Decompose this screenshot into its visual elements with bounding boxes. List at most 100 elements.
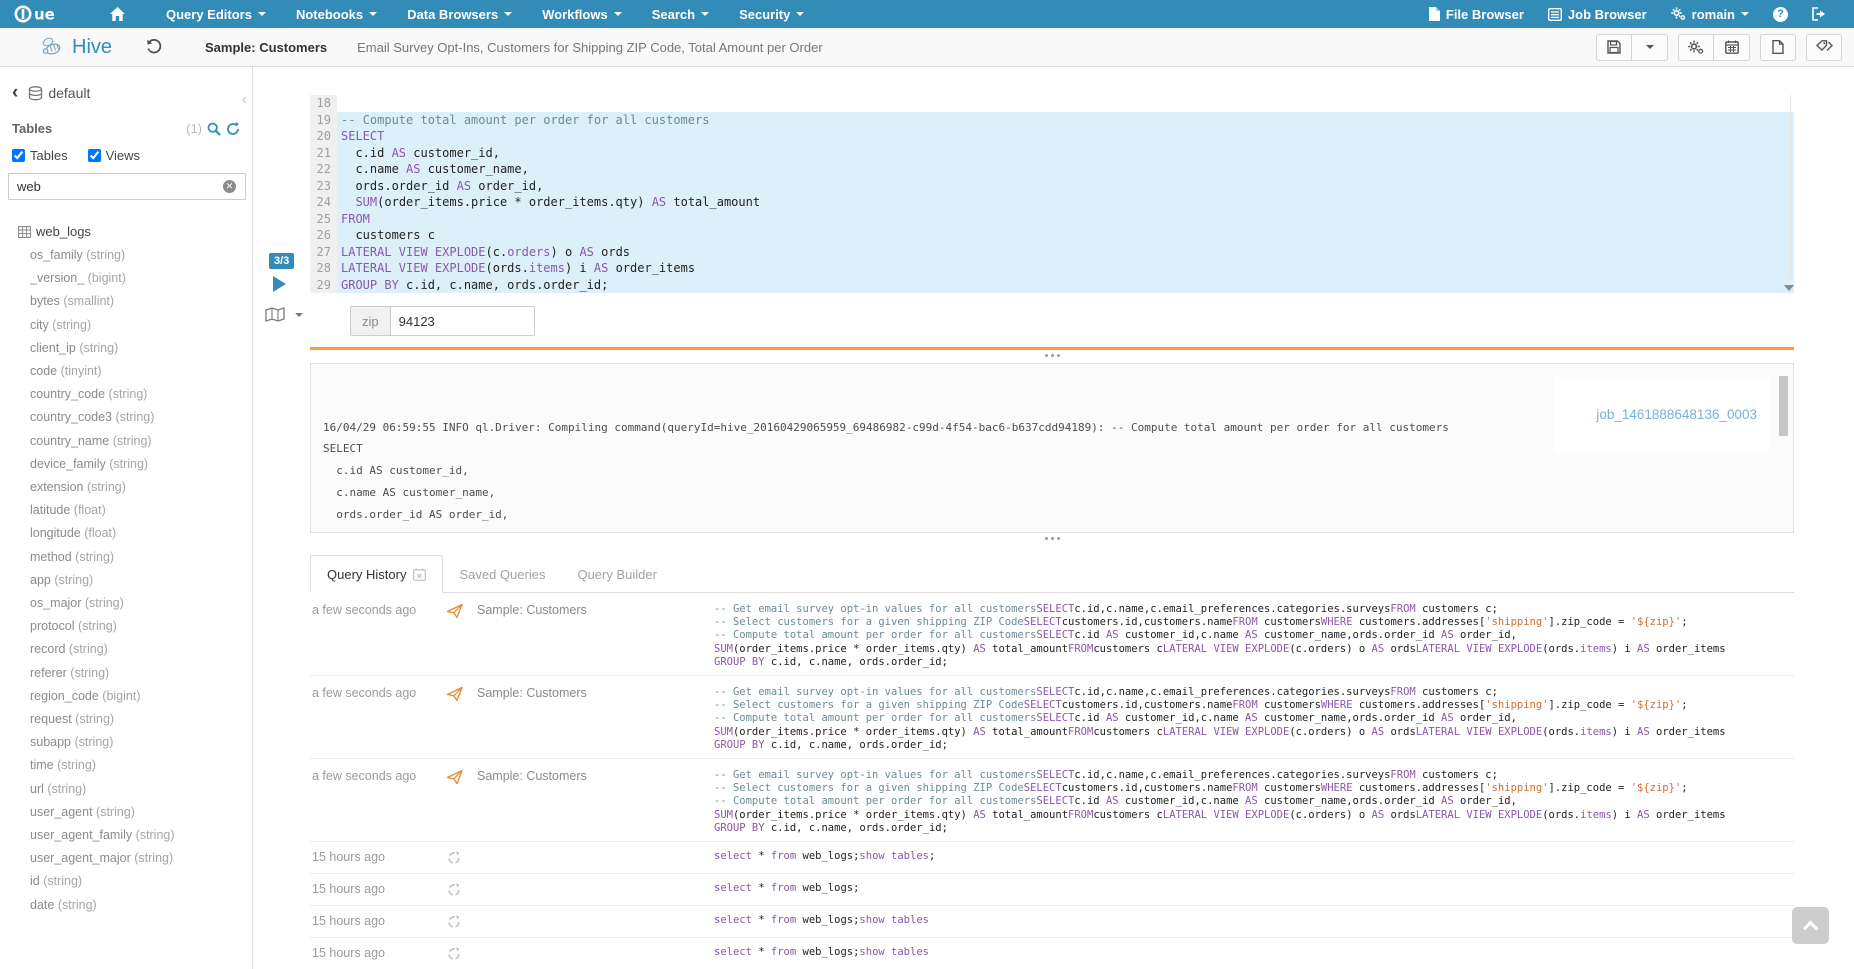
column-item[interactable]: device_family (string): [30, 453, 252, 476]
settings-button[interactable]: [1678, 34, 1714, 61]
scroll-to-top-button[interactable]: [1792, 907, 1829, 944]
search-icon[interactable]: [207, 122, 221, 136]
column-item[interactable]: city (string): [30, 314, 252, 337]
table-search-input[interactable]: [8, 173, 246, 200]
collapse-sidebar-icon[interactable]: ‹: [242, 91, 247, 109]
editor-line[interactable]: 19-- Compute total amount per order for …: [310, 112, 1794, 129]
tables-checkbox[interactable]: [12, 149, 25, 162]
history-row[interactable]: a few seconds agoSample: Customers-- Get…: [310, 593, 1794, 676]
calendar-x-icon[interactable]: [413, 568, 426, 581]
editor-line[interactable]: 21 c.id AS customer_id,: [310, 145, 1794, 162]
column-item[interactable]: client_ip (string): [30, 337, 252, 360]
editor-line[interactable]: 29GROUP BY c.id, c.name, ords.order_id;: [310, 277, 1794, 294]
history-row[interactable]: 15 hours agoselect * from web_logs;show …: [310, 938, 1794, 969]
column-item[interactable]: user_agent (string): [30, 801, 252, 824]
history-row[interactable]: 15 hours agoselect * from web_logs;show …: [310, 906, 1794, 938]
menu-query-editors[interactable]: Query Editors: [151, 0, 281, 28]
code-editor[interactable]: 1819-- Compute total amount per order fo…: [310, 95, 1794, 293]
views-checkbox[interactable]: [88, 149, 101, 162]
execute-button[interactable]: [273, 276, 286, 292]
help-button[interactable]: ?: [1761, 0, 1800, 28]
database-name[interactable]: default: [48, 85, 90, 101]
tab-saved-queries[interactable]: Saved Queries: [443, 555, 561, 593]
menu-notebooks[interactable]: Notebooks: [281, 0, 392, 28]
save-options-button[interactable]: [1632, 34, 1668, 61]
column-item[interactable]: bytes (smallint): [30, 290, 252, 313]
column-item[interactable]: record (string): [30, 638, 252, 661]
column-item[interactable]: code (tinyint): [30, 360, 252, 383]
editor-line[interactable]: 22 c.name AS customer_name,: [310, 161, 1794, 178]
back-chevron-icon[interactable]: ‹: [12, 86, 18, 100]
column-item[interactable]: country_name (string): [30, 430, 252, 453]
column-item[interactable]: request (string): [30, 708, 252, 731]
column-item[interactable]: country_code3 (string): [30, 406, 252, 429]
column-item[interactable]: time (string): [30, 754, 252, 777]
editor-line[interactable]: 25FROM: [310, 211, 1794, 228]
hive-app[interactable]: Hive: [40, 35, 112, 59]
menu-search[interactable]: Search: [637, 0, 724, 28]
column-item[interactable]: extension (string): [30, 476, 252, 499]
editor-line[interactable]: 24 SUM(order_items.price * order_items.q…: [310, 194, 1794, 211]
column-item[interactable]: referer (string): [30, 662, 252, 685]
refresh-icon[interactable]: [226, 122, 240, 136]
variable-zip-input[interactable]: [391, 307, 535, 335]
filter-views-checkbox[interactable]: Views: [88, 148, 140, 163]
editor-scrollbar[interactable]: [1790, 95, 1791, 277]
column-item[interactable]: country_code (string): [30, 383, 252, 406]
home-button[interactable]: [84, 0, 151, 28]
clear-search-icon[interactable]: ✕: [223, 180, 236, 193]
history-row[interactable]: a few seconds agoSample: Customers-- Get…: [310, 759, 1794, 842]
column-item[interactable]: region_code (bigint): [30, 685, 252, 708]
column-item[interactable]: longitude (float): [30, 522, 252, 545]
job-browser-button[interactable]: Job Browser: [1536, 0, 1659, 28]
resize-handle-icon[interactable]: [310, 350, 1794, 360]
log-line: c.id AS customer_id,: [323, 460, 1781, 482]
menu-security[interactable]: Security: [724, 0, 819, 28]
tab-query-history[interactable]: Query History: [310, 555, 443, 593]
resize-handle-icon[interactable]: [310, 533, 1794, 543]
editor-line[interactable]: 20SELECT: [310, 128, 1794, 145]
column-item[interactable]: protocol (string): [30, 615, 252, 638]
logout-button[interactable]: [1800, 0, 1838, 28]
navigator-button[interactable]: [265, 307, 303, 322]
filter-tables-checkbox[interactable]: Tables: [12, 148, 68, 163]
job-link[interactable]: job_1461888648136_0003: [1596, 407, 1757, 422]
hue-logo[interactable]: ue: [0, 5, 84, 23]
column-item[interactable]: os_family (string): [30, 244, 252, 267]
column-item[interactable]: app (string): [30, 569, 252, 592]
user-menu[interactable]: romain: [1659, 0, 1761, 28]
save-button[interactable]: [1596, 34, 1632, 61]
new-document-button[interactable]: [1760, 34, 1796, 61]
column-item[interactable]: latitude (float): [30, 499, 252, 522]
scroll-down-icon[interactable]: [1784, 285, 1794, 291]
tags-button[interactable]: [1806, 34, 1842, 61]
table-item-web-logs[interactable]: web_logs: [18, 224, 252, 239]
editor-line[interactable]: 18: [310, 95, 1794, 112]
column-item[interactable]: method (string): [30, 546, 252, 569]
menu-data-browsers[interactable]: Data Browsers: [392, 0, 527, 28]
editor-line[interactable]: 27LATERAL VIEW EXPLODE(c.orders) o AS or…: [310, 244, 1794, 261]
column-item[interactable]: user_agent_major (string): [30, 847, 252, 870]
editor-line[interactable]: 26 customers c: [310, 227, 1794, 244]
history-row[interactable]: 15 hours agoselect * from web_logs;show …: [310, 842, 1794, 874]
tab-query-builder[interactable]: Query Builder: [561, 555, 672, 593]
column-item[interactable]: subapp (string): [30, 731, 252, 754]
document-description[interactable]: Email Survey Opt-Ins, Customers for Ship…: [357, 40, 823, 55]
history-row[interactable]: 15 hours agoselect * from web_logs;: [310, 874, 1794, 906]
column-item[interactable]: _version_ (bigint): [30, 267, 252, 290]
editor-line[interactable]: 23 ords.order_id AS order_id,: [310, 178, 1794, 195]
menu-workflows[interactable]: Workflows: [527, 0, 637, 28]
schedule-button[interactable]: [1714, 34, 1750, 61]
editor-line[interactable]: 28LATERAL VIEW EXPLODE(ords.items) i AS …: [310, 260, 1794, 277]
log-scrollbar[interactable]: [1779, 376, 1788, 436]
column-item[interactable]: user_agent_family (string): [30, 824, 252, 847]
query-history-undo-icon[interactable]: [146, 39, 163, 55]
column-item[interactable]: url (string): [30, 778, 252, 801]
column-item[interactable]: date (string): [30, 894, 252, 917]
history-row[interactable]: a few seconds agoSample: Customers-- Get…: [310, 676, 1794, 759]
file-browser-button[interactable]: File Browser: [1416, 0, 1536, 28]
document-title[interactable]: Sample: Customers: [205, 40, 327, 55]
column-item[interactable]: id (string): [30, 870, 252, 893]
home-icon: [110, 7, 125, 21]
column-item[interactable]: os_major (string): [30, 592, 252, 615]
